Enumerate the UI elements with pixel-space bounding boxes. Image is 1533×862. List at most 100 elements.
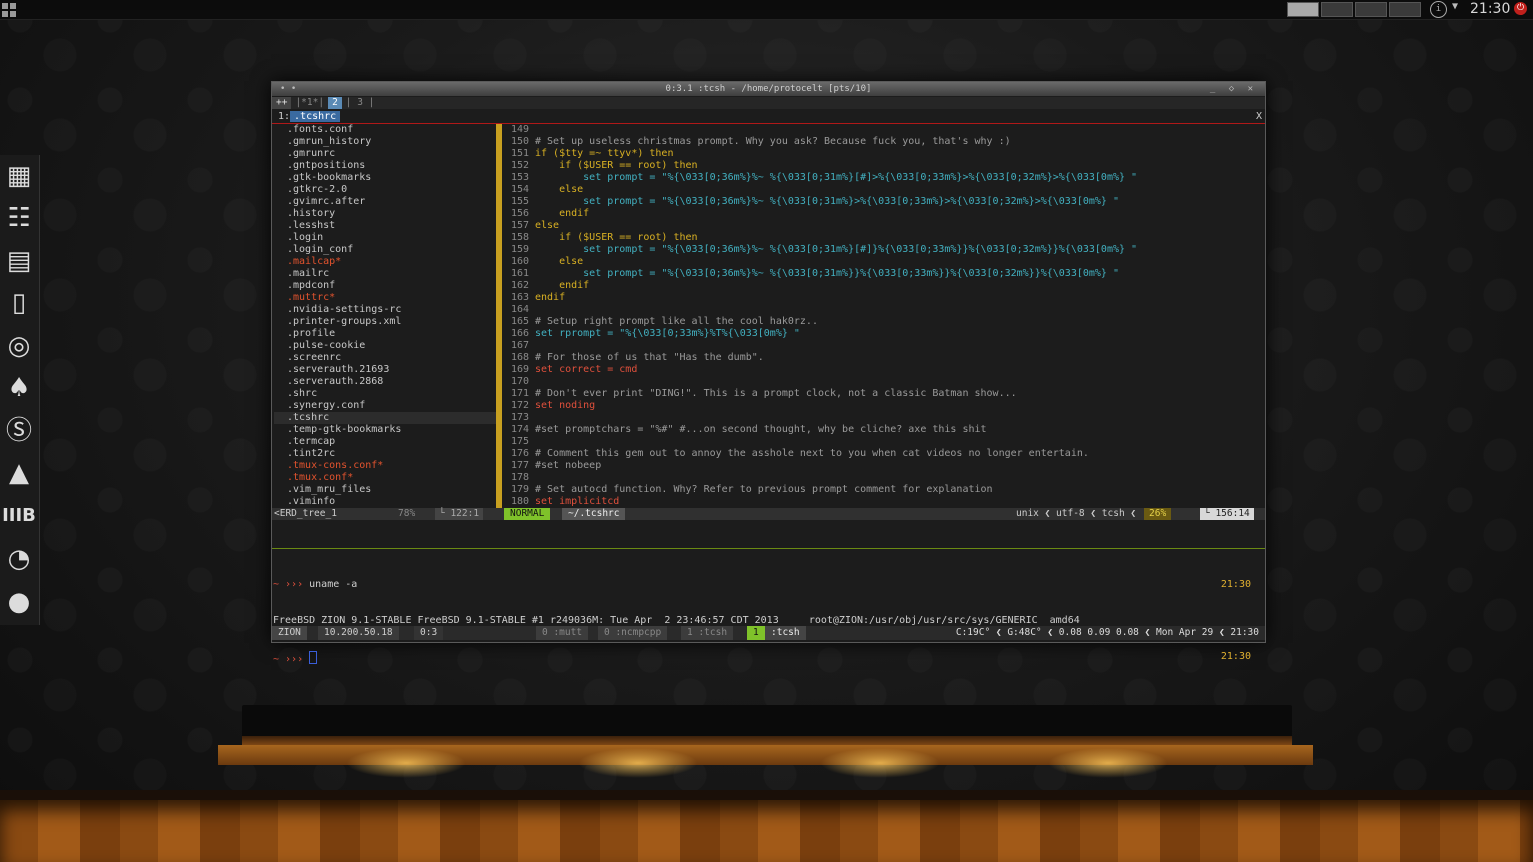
line-number: 149 [510,124,529,135]
window-controls[interactable]: _ ◇ ✕ [1210,82,1257,96]
code-text: # Set autocd function. Why? Refer to pre… [535,484,993,495]
chat-icon[interactable]: ● [2,585,36,619]
tree-item[interactable]: .vim_mru_files [274,484,496,496]
tree-item[interactable]: .gtkrc-2.0 [274,184,496,196]
tree-item[interactable]: .mpdconf [274,280,496,292]
tree-item[interactable]: .muttrc* [274,292,496,304]
code-line: 155 set prompt = "%{\033[0;36m%}%~ %{\03… [503,196,1263,208]
speedometer-icon[interactable]: ◔ [2,542,36,576]
wallpaper-light [820,748,940,778]
tree-item[interactable]: .gmrunrc [274,148,496,160]
window-titlebar[interactable]: • • 0:3.1 :tcsh - /home/protocelt [pts/1… [272,82,1265,96]
tree-item[interactable]: .lesshst [274,220,496,232]
files-icon[interactable]: ▤ [2,244,36,278]
tree-item[interactable]: .login [274,232,496,244]
tree-item[interactable]: .gtk-bookmarks [274,172,496,184]
tree-item[interactable]: .temp-gtk-bookmarks [274,424,496,436]
vlc-icon[interactable]: ▲ [2,456,36,490]
shell-line: ~ ››› uname -a 21:30 [273,579,1263,591]
tmux-hostname: ZION [272,626,307,640]
tree-item[interactable]: .serverauth.2868 [274,376,496,388]
power-icon[interactable]: ⏻ [1514,2,1527,15]
tree-item[interactable]: .printer-groups.xml [274,316,496,328]
skype-icon[interactable]: Ⓢ [2,414,36,448]
line-number: 165 [510,316,529,327]
code-line: 151 if ($tty =~ ttyv*) then [503,148,1263,160]
grid-icon[interactable]: ▦ [2,159,36,193]
split-separator[interactable] [496,124,502,509]
tree-item[interactable]: .termcap [274,436,496,448]
tree-item[interactable]: .serverauth.21693 [274,364,496,376]
code-text: set implicitcd [535,496,620,507]
tree-item[interactable]: .history [274,208,496,220]
tab-plus[interactable]: ++ [272,97,292,109]
code-line: 164 [503,304,1263,316]
tree-item[interactable]: .tmux.conf* [274,472,496,484]
code-line: 180 set implicitcd [503,496,1263,508]
vim-statusline: <ERD_tree_1 78% └ 122:1 NORMAL ~/.tcshrc… [272,508,1265,520]
tmux-active-window-name[interactable]: :tcsh [765,626,806,640]
tree-item[interactable]: .login_conf [274,244,496,256]
chrome-icon[interactable]: ◎ [2,329,36,363]
buffer-close-button[interactable]: X [1256,110,1262,123]
shell-pane[interactable]: ~ ››› uname -a 21:30 FreeBSD ZION 9.1-STA… [273,555,1263,690]
tree-item[interactable]: .gvimrc.after [274,196,496,208]
tree-item[interactable]: .tcshrc [274,412,496,424]
line-number: 158 [510,232,529,243]
tmux-window-tcsh[interactable]: 1 :tcsh [681,626,734,640]
tree-item[interactable]: .pulse-cookie [274,340,496,352]
line-number: 150 [510,136,529,147]
tab-2[interactable]: 2 [328,97,342,109]
workspace-3[interactable] [1355,2,1387,17]
clock[interactable]: 21:30 [1470,0,1510,18]
bird-icon[interactable]: ♠ [2,371,36,405]
tree-item[interactable]: .screenrc [274,352,496,364]
workspace-4[interactable] [1389,2,1421,17]
code-text: # Setup right prompt like all the cool h… [535,316,818,327]
workspace-2[interactable] [1321,2,1353,17]
text-cursor[interactable] [309,651,318,664]
tree-item[interactable]: .mailcap* [274,256,496,268]
code-line: 167 [503,340,1263,352]
buffer-name[interactable]: .tcshrc [290,111,341,122]
code-text: else [535,256,584,267]
tree-item[interactable]: .gntpositions [274,160,496,172]
tree-item[interactable]: .tmux-cons.conf* [274,460,496,472]
status-filename: ~/.tcshrc [562,508,626,520]
tab-1[interactable]: |*1*| [291,97,328,109]
code-text: set noding [535,400,596,411]
apps-menu-icon[interactable] [2,3,16,17]
line-number: 180 [510,496,529,507]
line-number: 170 [510,376,529,387]
tree-item[interactable]: .fonts.conf [274,124,496,136]
tree-item[interactable]: .mailrc [274,268,496,280]
tmux-window-mutt[interactable]: 0 :mutt [536,626,589,640]
tree-item[interactable]: .tint2rc [274,448,496,460]
window-menu-icon[interactable]: • • [280,82,296,96]
code-text: else [535,220,560,231]
tree-item[interactable]: .profile [274,328,496,340]
code-line: 152 if ($USER == root) then [503,160,1263,172]
tree-item[interactable]: .viminfo [274,496,496,508]
workspace-1[interactable] [1287,2,1319,17]
mixer-icon[interactable]: ☷ [2,201,36,235]
tab-3[interactable]: | 3 | [342,97,379,109]
tree-item[interactable]: .gmrun_history [274,136,496,148]
workspace-pager[interactable] [1287,2,1421,17]
tmux-active-window-number[interactable]: 1 [747,626,765,640]
tray-expand-icon[interactable]: ▼ [1452,1,1458,12]
editor-code[interactable]: 149 150 # Set up useless christmas prompt.… [503,124,1263,510]
terminal-window[interactable]: • • 0:3.1 :tcsh - /home/protocelt [pts/1… [271,81,1266,665]
library-icon[interactable]: IIIB [2,499,36,533]
line-number: 154 [510,184,529,195]
code-line: 175 [503,436,1263,448]
shell-rprompt-time: 21:30 [1220,579,1251,590]
tree-item[interactable]: .synergy.conf [274,400,496,412]
tree-item[interactable]: .nvidia-settings-rc [274,304,496,316]
info-icon[interactable]: i [1430,1,1447,18]
document-icon[interactable]: ▯ [2,286,36,320]
vim-tabline: ++ |*1*| 2 | 3 | [272,97,1265,109]
tree-item[interactable]: .shrc [274,388,496,400]
tmux-window-ncmpcpp[interactable]: 0 :ncmpcpp [598,626,668,640]
pane-divider[interactable] [272,548,1265,549]
